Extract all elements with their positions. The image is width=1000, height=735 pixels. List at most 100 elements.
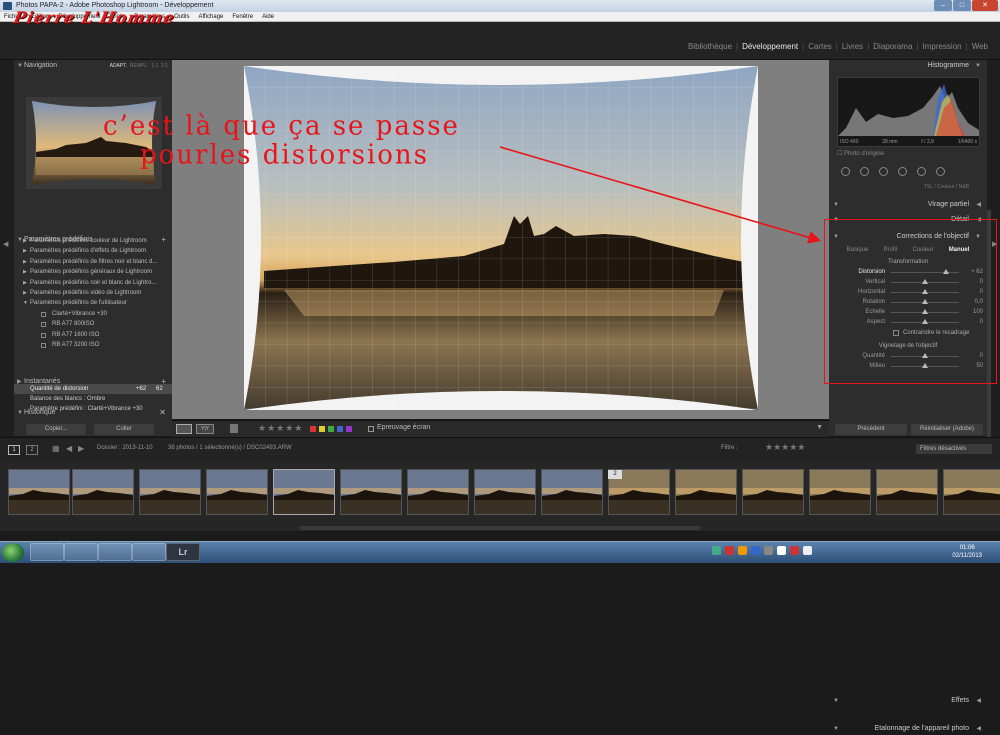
crop-icon[interactable]: [841, 166, 850, 176]
screen-2-button[interactable]: 2: [26, 445, 38, 455]
filmstrip-thumb[interactable]: [876, 469, 938, 515]
calibration-header[interactable]: ▼ Etalonnage de l'appareil photo ◀: [829, 723, 987, 735]
paste-button[interactable]: Coller: [94, 424, 154, 435]
filmstrip-thumb[interactable]: [8, 469, 70, 515]
menu-fenetre[interactable]: Fenêtre: [232, 12, 253, 21]
hsl-header[interactable]: TSL / Couleur / N&B: [829, 181, 987, 193]
zoom-2-1[interactable]: 2:1: [161, 63, 168, 69]
filmstrip-thumb[interactable]: [340, 469, 402, 515]
tray-icon[interactable]: [777, 546, 786, 555]
media-player-icon[interactable]: [98, 543, 132, 561]
minimize-icon[interactable]: –: [934, 0, 952, 11]
history-item[interactable]: Quantité de distorsion +62 62: [14, 384, 172, 394]
menu-affichage[interactable]: Affichage: [198, 12, 223, 21]
preset-folder[interactable]: ▶ Paramètres prédéfinis vidéo de Lightroo…: [14, 288, 172, 298]
module-developpement[interactable]: Développement: [738, 42, 802, 51]
yellow-label-icon[interactable]: [319, 426, 325, 432]
preset-folder[interactable]: ▶ Paramètres prédéfinis généraux de Light…: [14, 267, 172, 277]
loupe-view-icon[interactable]: [176, 424, 192, 434]
effects-header[interactable]: ▼ Effets ◀: [829, 695, 987, 707]
split-toning-header[interactable]: ▼ Virage partiel ◀: [829, 199, 987, 211]
blue-label-icon[interactable]: [337, 426, 343, 432]
graduated-filter-icon[interactable]: [898, 166, 907, 176]
preset-item[interactable]: Clarté+Vibrance +30: [14, 309, 172, 319]
back-icon[interactable]: ◀: [66, 444, 72, 453]
reset-button[interactable]: Réinitialiser (Adobe): [911, 424, 983, 435]
preset-folder[interactable]: ▶ Paramètres prédéfinis d'effets de Light…: [14, 246, 172, 256]
tray-icon[interactable]: [738, 546, 747, 555]
preset-folder-user[interactable]: ▼ Paramètres prédéfinis de l'utilisateur: [14, 298, 172, 308]
adjustment-brush-icon[interactable]: [936, 166, 945, 176]
selection-count[interactable]: 36 photos / 1 sélectionné(s) / DSC02493.…: [168, 445, 292, 451]
filter-stars[interactable]: ★★★★★: [765, 442, 805, 453]
clock[interactable]: 01:06 02/11/2013: [952, 544, 982, 560]
forward-icon[interactable]: ▶: [78, 444, 84, 453]
tray-icon[interactable]: [790, 546, 799, 555]
tray-icon[interactable]: [751, 546, 760, 555]
filmstrip[interactable]: [0, 461, 1000, 531]
histogram-header[interactable]: Histogramme ▼: [829, 60, 987, 72]
start-button[interactable]: [2, 543, 24, 562]
grid-view-icon[interactable]: ▦: [52, 444, 60, 453]
filmstrip-thumb[interactable]: [407, 469, 469, 515]
preset-item[interactable]: RB A77 3200 ISO: [14, 340, 172, 350]
rating-stars[interactable]: ★★★★★: [258, 423, 303, 434]
close-icon[interactable]: ✕: [972, 0, 998, 11]
module-impression[interactable]: Impression: [918, 42, 965, 51]
radial-filter-icon[interactable]: [917, 166, 926, 176]
softproof-checkbox[interactable]: [368, 426, 374, 432]
preset-item[interactable]: RB A77 1600 ISO: [14, 330, 172, 340]
zoom-fill[interactable]: REMPL.: [130, 63, 149, 69]
copy-button[interactable]: Copier...: [26, 424, 86, 435]
navigator-header[interactable]: ▼ Navigation ADAPT. REMPL. 1:1 2:1: [14, 60, 172, 72]
screen-1-button[interactable]: 1: [8, 445, 20, 455]
flag-icon[interactable]: [230, 424, 238, 433]
filmstrip-thumb[interactable]: [273, 469, 335, 515]
collapse-left-icon[interactable]: ◀: [3, 240, 8, 248]
maximize-icon[interactable]: □: [953, 0, 971, 11]
filmstrip-scrollbar[interactable]: [300, 526, 700, 530]
history-item[interactable]: Paramètre prédéfini : Clarté+Vibrance +3…: [14, 404, 172, 414]
menu-outils[interactable]: Outils: [174, 12, 189, 21]
preset-item[interactable]: RB A77 800ISO: [14, 319, 172, 329]
color-labels[interactable]: [310, 426, 352, 432]
filmstrip-thumb[interactable]: [675, 469, 737, 515]
explorer-icon[interactable]: [64, 543, 98, 561]
tray-icon[interactable]: [803, 546, 812, 555]
filmstrip-thumb[interactable]: [139, 469, 201, 515]
module-livres[interactable]: Livres: [838, 42, 867, 51]
tray-icon[interactable]: [764, 546, 773, 555]
menu-aide[interactable]: Aide: [262, 12, 274, 21]
filmstrip-thumb[interactable]: [742, 469, 804, 515]
green-label-icon[interactable]: [328, 426, 334, 432]
history-item[interactable]: Balance des blancs : Ombre: [14, 394, 172, 404]
histogram[interactable]: ISO 400 28 mm f / 2,8 1/6400 s: [837, 77, 980, 147]
red-label-icon[interactable]: [310, 426, 316, 432]
preset-folder[interactable]: ▶ Paramètres prédéfinis noir et blanc de …: [14, 278, 172, 288]
zoom-1-1[interactable]: 1:1: [151, 63, 158, 69]
purple-label-icon[interactable]: [346, 426, 352, 432]
filter-select[interactable]: Filtres désactivés: [916, 444, 992, 454]
filmstrip-thumb[interactable]: [206, 469, 268, 515]
filmstrip-thumb[interactable]: [943, 469, 1000, 515]
filmstrip-thumb[interactable]: [72, 469, 134, 515]
module-web[interactable]: Web: [968, 42, 992, 51]
filmstrip-thumb[interactable]: [809, 469, 871, 515]
zoom-fit[interactable]: ADAPT.: [110, 63, 128, 69]
module-diaporama[interactable]: Diaporama: [869, 42, 916, 51]
module-cartes[interactable]: Cartes: [804, 42, 836, 51]
ie-icon[interactable]: [30, 543, 64, 561]
spot-removal-icon[interactable]: [860, 166, 869, 176]
preset-folder[interactable]: ▶ Paramètres prédéfinis couleur de Lightr…: [14, 236, 172, 246]
toolbar-menu-icon[interactable]: ▼: [816, 424, 823, 431]
filmstrip-thumb[interactable]: [474, 469, 536, 515]
tray-icon[interactable]: [712, 546, 721, 555]
firefox-icon[interactable]: [132, 543, 166, 561]
original-photo-toggle[interactable]: ☐ Photo d'origine: [837, 150, 987, 157]
preset-folder[interactable]: ▶ Paramètres prédéfinis de filtres noir e…: [14, 257, 172, 267]
lightroom-icon[interactable]: Lr: [166, 543, 200, 561]
previous-button[interactable]: Précédent: [835, 424, 907, 435]
before-after-icon[interactable]: Y|Y: [196, 424, 214, 434]
red-eye-icon[interactable]: [879, 166, 888, 176]
filmstrip-thumb[interactable]: [541, 469, 603, 515]
